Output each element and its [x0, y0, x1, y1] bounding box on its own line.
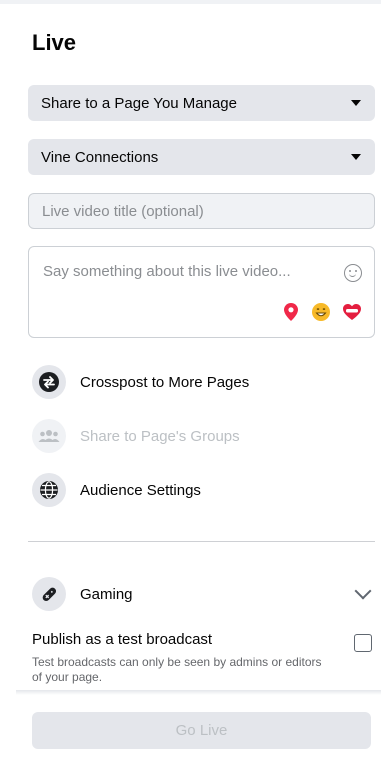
share-destination-select[interactable]: Share to a Page You Manage	[28, 85, 375, 121]
gaming-section-toggle[interactable]: Gaming	[32, 577, 375, 611]
top-divider	[0, 0, 381, 4]
support-cause-icon[interactable]	[342, 303, 362, 321]
groups-icon	[32, 419, 66, 453]
feeling-activity-icon[interactable]	[312, 303, 330, 321]
chevron-down-icon[interactable]	[354, 582, 372, 600]
emoji-picker-icon[interactable]	[344, 264, 362, 282]
live-video-title-input[interactable]	[28, 193, 375, 229]
caret-down-icon	[351, 154, 361, 160]
page-select-value: Vine Connections	[41, 148, 159, 166]
description-textarea[interactable]: Say something about this live video...	[28, 246, 375, 338]
game-controller-icon	[32, 577, 66, 611]
crosspost-option[interactable]: Crosspost to More Pages	[32, 365, 249, 399]
test-broadcast-checkbox[interactable]	[354, 634, 372, 652]
gaming-label: Gaming	[80, 585, 133, 603]
footer-shadow	[16, 690, 381, 695]
crosspost-label: Crosspost to More Pages	[80, 373, 250, 391]
test-broadcast-description: Test broadcasts can only be seen by admi…	[32, 655, 322, 684]
share-to-groups-label: Share to Page's Groups	[80, 427, 240, 445]
page-select[interactable]: Vine Connections	[28, 139, 375, 175]
go-live-button[interactable]: Go Live	[32, 712, 371, 749]
audience-settings-option[interactable]: Audience Settings	[32, 473, 201, 507]
crosspost-arrows-icon	[32, 365, 66, 399]
caret-down-icon	[351, 100, 361, 106]
share-destination-value: Share to a Page You Manage	[41, 94, 237, 112]
section-divider	[28, 541, 375, 542]
audience-settings-label: Audience Settings	[80, 481, 201, 499]
test-broadcast-title: Publish as a test broadcast	[32, 631, 213, 648]
description-placeholder: Say something about this live video...	[43, 263, 291, 280]
share-to-groups-option[interactable]: Share to Page's Groups	[32, 419, 240, 453]
location-pin-icon[interactable]	[283, 303, 299, 321]
page-title: Live	[32, 30, 77, 55]
globe-icon	[32, 473, 66, 507]
